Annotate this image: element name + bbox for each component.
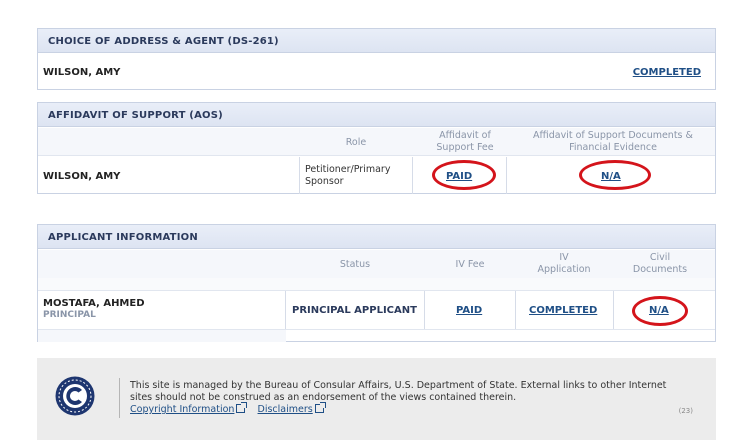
- aos-column-headers: Role Affidavit of Support Fee Affidavit …: [38, 128, 715, 156]
- aos-fee-highlight-oval: [432, 160, 496, 190]
- applicant-panel-title: APPLICANT INFORMATION: [38, 225, 715, 249]
- applicant-column-headers: Status IV Fee IV Application Civil Docum…: [38, 250, 715, 278]
- applicant-col-ivfee: IV Fee: [455, 259, 485, 270]
- applicant-col-civil-line2: Documents: [632, 264, 688, 275]
- site-footer: This site is managed by the Bureau of Co…: [37, 358, 716, 440]
- aos-col-docs-line1: Affidavit of Support Documents &: [533, 130, 693, 141]
- ds261-panel-title: CHOICE OF ADDRESS & AGENT (DS-261): [38, 29, 715, 53]
- aos-panel: AFFIDAVIT OF SUPPORT (AOS) Role Affidavi…: [37, 102, 716, 194]
- divider: [412, 157, 413, 194]
- applicant-col-ivapp-line1: IV: [559, 252, 569, 263]
- applicant-subtitle: PRINCIPAL: [43, 310, 96, 320]
- consular-affairs-seal-icon: [55, 376, 95, 416]
- applicant-name-block: MOSTAFA, AHMED PRINCIPAL: [43, 298, 145, 320]
- applicant-name: MOSTAFA, AHMED: [43, 298, 145, 309]
- aos-role-line1: Petitioner/Primary: [305, 164, 391, 175]
- aos-col-role: Role: [345, 137, 367, 148]
- aos-docs-highlight-oval: [579, 160, 651, 190]
- applicant-col-civil-line1: Civil: [649, 252, 671, 263]
- spacer: [38, 278, 715, 290]
- applicant-table-row: MOSTAFA, AHMED PRINCIPAL PRINCIPAL APPLI…: [38, 290, 715, 330]
- aos-col-fee: Affidavit of Support Fee: [412, 130, 518, 154]
- disclaimers-link[interactable]: Disclaimers: [258, 404, 313, 415]
- spacer: [38, 330, 286, 342]
- applicant-civil-highlight-oval: [632, 296, 688, 326]
- applicant-col-ivapp-line2: Application: [537, 264, 591, 275]
- aos-sponsor-role: Petitioner/Primary Sponsor: [305, 164, 390, 188]
- external-link-icon: [236, 402, 248, 413]
- applicant-col-ivapp: IV Application: [515, 252, 613, 276]
- applicant-panel: APPLICANT INFORMATION Status IV Fee IV A…: [37, 224, 716, 342]
- aos-col-docs: Affidavit of Support Documents & Financi…: [508, 130, 718, 154]
- divider: [285, 291, 286, 329]
- applicant-ivfee-paid-link[interactable]: PAID: [456, 305, 482, 316]
- divider: [506, 157, 507, 194]
- divider: [613, 291, 614, 329]
- applicant-status: PRINCIPAL APPLICANT: [292, 305, 417, 316]
- aos-panel-title: AFFIDAVIT OF SUPPORT (AOS): [38, 103, 715, 127]
- aos-col-fee-line2: Support Fee: [436, 142, 494, 153]
- footer-text-block: This site is managed by the Bureau of Co…: [130, 380, 690, 416]
- ds261-applicant-name: WILSON, AMY: [43, 67, 121, 78]
- aos-table-row: WILSON, AMY Petitioner/Primary Sponsor P…: [38, 157, 715, 194]
- aos-col-fee-line1: Affidavit of: [439, 130, 491, 141]
- aos-sponsor-name: WILSON, AMY: [43, 171, 121, 182]
- applicant-ivapp-completed-link[interactable]: COMPLETED: [529, 305, 597, 316]
- copyright-information-link[interactable]: Copyright Information: [130, 404, 234, 415]
- external-link-icon: [314, 402, 326, 413]
- ds261-panel: CHOICE OF ADDRESS & AGENT (DS-261) WILSO…: [37, 28, 716, 90]
- page-number: (23): [678, 407, 693, 415]
- footer-disclaimer-text: This site is managed by the Bureau of Co…: [130, 380, 667, 403]
- divider: [515, 291, 516, 329]
- applicant-col-civil: Civil Documents: [613, 252, 707, 276]
- divider: [424, 291, 425, 329]
- divider: [299, 157, 300, 194]
- ds261-status-link[interactable]: COMPLETED: [633, 67, 701, 78]
- divider: [119, 378, 120, 418]
- footer-links: Copyright Information Disclaimers: [130, 402, 690, 416]
- aos-role-line2: Sponsor: [305, 176, 344, 187]
- applicant-col-status: Status: [339, 259, 371, 270]
- aos-col-docs-line2: Financial Evidence: [569, 142, 657, 153]
